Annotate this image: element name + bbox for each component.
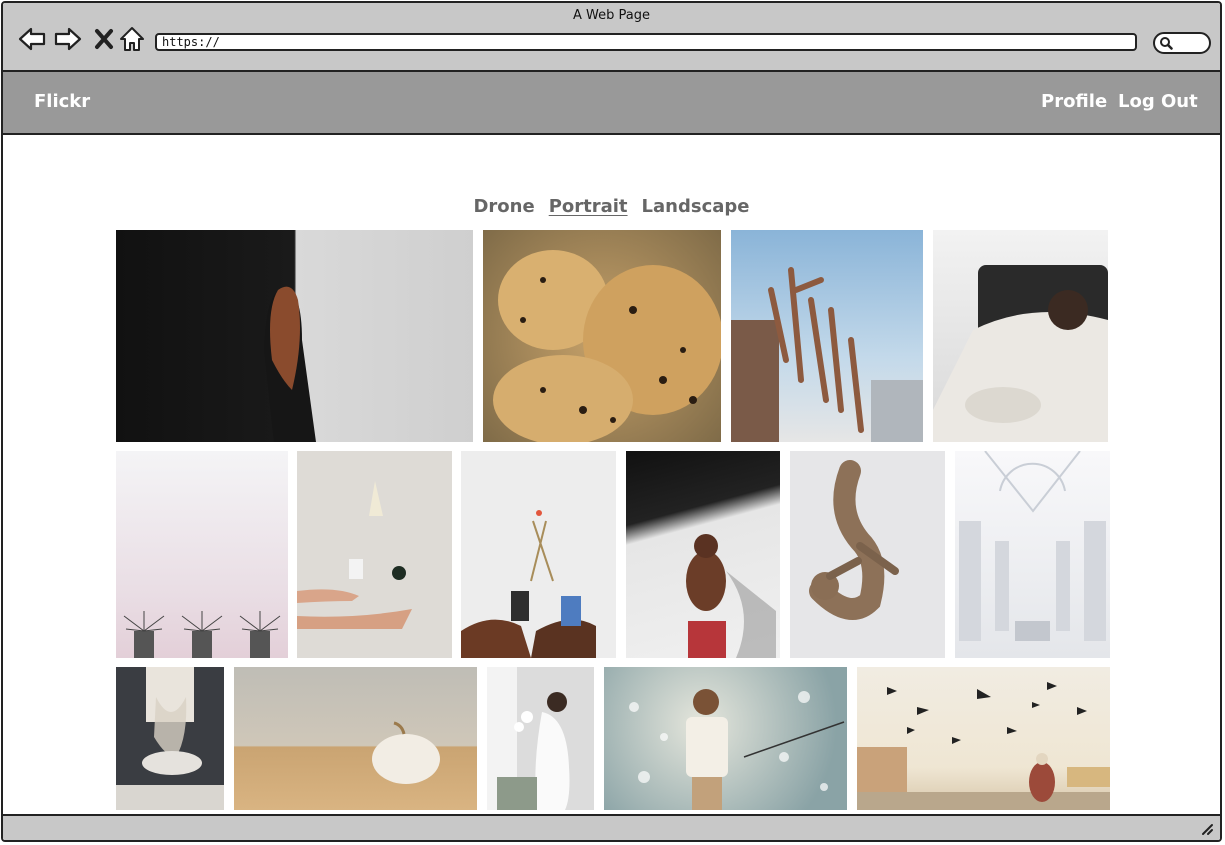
photo-flour-bowl-art — [116, 667, 224, 810]
photo-cat-midair[interactable] — [790, 451, 945, 658]
photo-boy-looking-up-art — [686, 534, 776, 658]
photo-pregnant-woman-art — [487, 667, 570, 810]
photo-boy-looking-up[interactable] — [626, 451, 780, 658]
tab-portrait[interactable]: Portrait — [549, 196, 628, 217]
resize-grip-icon[interactable] — [1200, 822, 1214, 836]
tab-landscape[interactable]: Landscape — [642, 196, 750, 217]
stop-button[interactable] — [89, 25, 119, 53]
forward-arrow-icon — [54, 27, 82, 51]
photo-child-fishing[interactable] — [604, 667, 847, 810]
browser-chrome: A Web Page https:// — [3, 3, 1220, 72]
photo-cat-midair-art — [809, 460, 899, 620]
photo-flour-bowl[interactable] — [116, 667, 224, 810]
logout-link[interactable]: Log Out — [1118, 91, 1198, 112]
photo-white-pumpkin[interactable] — [234, 667, 477, 810]
photo-toddler-puppy-art — [933, 265, 1108, 442]
photo-cheetah-cubs-art — [493, 250, 721, 442]
forward-button[interactable] — [53, 25, 83, 53]
home-button[interactable] — [117, 25, 147, 53]
photo-windmills[interactable] — [116, 451, 288, 658]
tab-drone[interactable]: Drone — [473, 196, 534, 217]
photo-woman-red-hair-art — [264, 286, 316, 442]
photo-dancers-rooftop-art — [731, 267, 923, 442]
category-tabs: Drone Portrait Landscape — [3, 196, 1220, 217]
home-icon — [120, 27, 144, 51]
browser-search-box[interactable] — [1153, 32, 1211, 54]
photo-white-atrium-art — [959, 451, 1106, 641]
photo-dancers-rooftop[interactable] — [731, 230, 923, 442]
photo-woman-red-hair[interactable] — [116, 230, 473, 442]
photo-birds-palace-art — [857, 682, 1110, 810]
close-x-icon — [95, 29, 113, 49]
photo-windmills-art — [123, 611, 281, 658]
window-title: A Web Page — [573, 8, 650, 23]
back-button[interactable] — [17, 25, 47, 53]
brand-logo[interactable]: Flickr — [34, 91, 90, 112]
photo-birds-palace[interactable] — [857, 667, 1110, 810]
back-arrow-icon — [18, 27, 46, 51]
browser-window: A Web Page https:// Flickr Profile Log O… — [1, 1, 1222, 842]
profile-link[interactable]: Profile — [1041, 91, 1107, 112]
address-bar[interactable]: https:// — [155, 33, 1137, 51]
photo-white-atrium[interactable] — [955, 451, 1110, 658]
photo-polo-players-art — [461, 510, 596, 658]
photo-pregnant-woman[interactable] — [487, 667, 594, 810]
browser-status-bar — [3, 814, 1220, 840]
search-icon — [1160, 37, 1173, 50]
photo-toddler-puppy[interactable] — [933, 230, 1108, 442]
photo-cheetah-cubs[interactable] — [483, 230, 721, 442]
photo-floating-objects-art — [297, 481, 412, 629]
photo-floating-objects[interactable] — [297, 451, 452, 658]
photo-child-fishing-art — [629, 689, 845, 810]
app-header: Flickr Profile Log Out — [3, 72, 1220, 135]
photo-white-pumpkin-art — [372, 721, 440, 784]
photo-polo-players[interactable] — [461, 451, 616, 658]
